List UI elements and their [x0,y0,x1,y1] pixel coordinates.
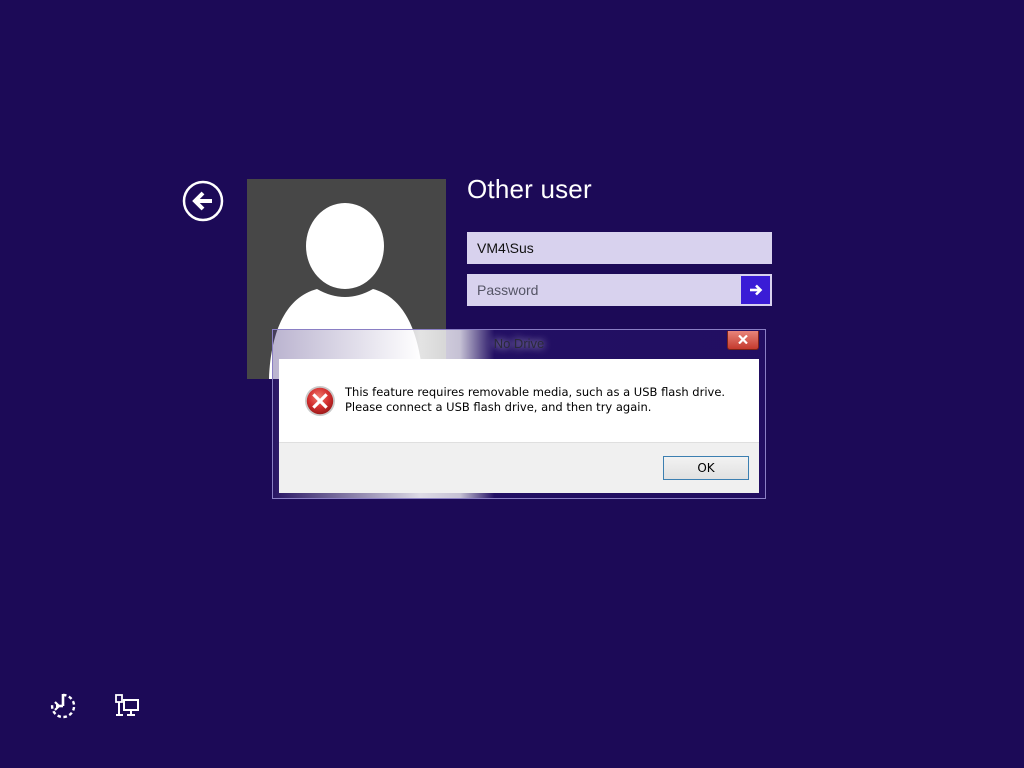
back-arrow-icon [182,180,224,222]
network-button[interactable] [114,693,140,719]
network-icon [115,694,139,716]
error-icon [304,385,336,417]
no-drive-dialog: No Drive This feature requires removable… [272,329,766,499]
submit-button[interactable] [741,274,772,306]
password-field[interactable] [467,274,742,306]
ease-of-access-button[interactable] [50,693,76,719]
login-title: Other user [467,174,592,204]
ok-button[interactable]: OK [663,456,749,480]
arrow-right-icon [749,284,762,296]
dialog-message: This feature requires removable media, s… [345,385,726,414]
dialog-close-button[interactable] [727,331,759,350]
username-field[interactable] [467,232,772,264]
dialog-content: This feature requires removable media, s… [279,359,759,442]
dialog-footer: OK [279,442,759,493]
close-icon [738,335,748,344]
ease-of-access-icon [50,693,76,719]
dialog-title: No Drive [493,336,545,351]
dialog-body: This feature requires removable media, s… [279,359,759,493]
back-button[interactable] [182,180,224,222]
dialog-titlebar[interactable]: No Drive [273,330,765,359]
